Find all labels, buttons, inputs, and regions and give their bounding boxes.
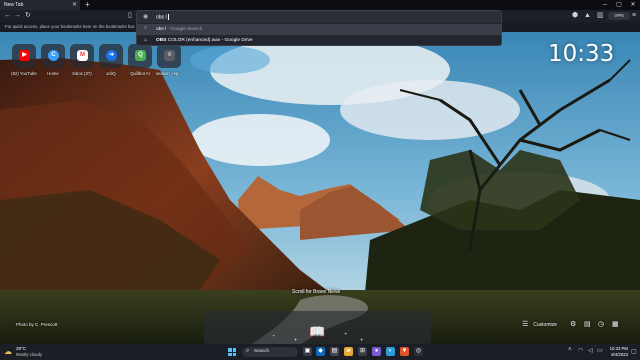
tab-new-tab[interactable]: New Tab ✕	[0, 0, 80, 10]
start-button[interactable]	[228, 348, 236, 356]
brave-icon[interactable]: ▼	[400, 347, 409, 356]
weather-temp[interactable]: 29°C	[16, 346, 26, 351]
site-label: season_rep...	[155, 71, 183, 76]
site-tile-bg: C	[41, 44, 65, 68]
store-icon[interactable]: ⊞	[358, 347, 367, 356]
menu-icon[interactable]: ≡	[632, 11, 636, 21]
windows-taskbar: ☁ 29°C Mostly cloudy ⌕ Search ▣ ◆ ▤ ▰ ⊞ …	[0, 344, 640, 360]
history-icon[interactable]: ◷	[598, 320, 604, 328]
suggestion-main: OBS	[156, 38, 167, 43]
maximize-icon[interactable]: ▢	[612, 0, 626, 10]
task-view-icon[interactable]: ▣	[303, 347, 312, 356]
brave-shields-icon[interactable]: ⬢	[572, 11, 578, 21]
bookmarks-icon[interactable]: ▤	[584, 320, 591, 328]
volume-icon[interactable]: ◁	[588, 347, 593, 354]
suggestion-main: obs l	[156, 27, 167, 32]
obs-icon[interactable]: ◎	[414, 347, 423, 356]
address-bar[interactable]: ◉ obs l	[137, 11, 501, 23]
search-engine-icon: ◉	[143, 14, 149, 20]
customize-button[interactable]: ☰ Customize	[522, 320, 557, 328]
omnibox-dropdown: ◉ obs l ⌕ obs l - Google Search ▵ OBS CO…	[136, 10, 502, 46]
reload-icon[interactable]: ↻	[25, 11, 31, 21]
rewards-icon[interactable]: ▲	[584, 11, 591, 21]
taskbar-time[interactable]: 10:33 PM	[606, 346, 628, 351]
sparkle-icon: ✦	[360, 337, 364, 342]
sparkle-icon: ✦	[272, 333, 276, 338]
app-icon[interactable]: ●	[372, 347, 381, 356]
bookmarks-hint: For quick access, place your bookmarks h…	[5, 24, 136, 29]
xcliq-icon: ➜	[106, 50, 117, 61]
taskbar-date[interactable]: 8/4/2023	[604, 352, 628, 357]
site-tile-bg: ≡	[157, 44, 181, 68]
teams-icon[interactable]: ◆	[316, 347, 325, 356]
tab-strip: New Tab ✕ + ─ ▢ ✕	[0, 0, 640, 10]
battery-icon[interactable]: ▭	[597, 347, 603, 354]
vpn-button[interactable]: VPN	[608, 12, 630, 20]
ntp-clock: 10:33	[548, 41, 615, 67]
new-tab-plus-icon[interactable]: +	[85, 0, 90, 10]
close-window-icon[interactable]: ✕	[626, 0, 640, 10]
customize-label: Customize	[533, 322, 557, 328]
news-book-icon: 📖	[309, 324, 326, 339]
tab-close-icon[interactable]: ✕	[72, 1, 77, 8]
search-icon: ⌕	[246, 348, 250, 354]
photo-credit[interactable]: Photo by C. Prescott	[16, 322, 57, 327]
settings-icon[interactable]: ⚙	[570, 320, 576, 328]
back-icon[interactable]: ←	[4, 11, 11, 21]
suggestion-sub: - Google Search	[166, 27, 203, 32]
minimize-icon[interactable]: ─	[598, 0, 612, 10]
wifi-icon[interactable]: ◠	[578, 347, 583, 354]
search-icon: ⌕	[144, 25, 148, 31]
weather-cloud-icon[interactable]: ☁	[4, 347, 12, 356]
notification-icon[interactable]: ▢	[631, 348, 637, 355]
forward-icon[interactable]: →	[14, 11, 21, 21]
document-icon: ≡	[164, 50, 175, 61]
gmail-icon: M	[77, 50, 88, 61]
chevron-up-icon[interactable]: ˄	[568, 347, 572, 353]
site-tile-bg: ▶	[12, 44, 36, 68]
sparkle-icon: ✦	[344, 331, 348, 336]
site-tile-bg: M	[70, 44, 94, 68]
youtube-icon: ▶	[19, 50, 30, 61]
sidebar-icon[interactable]: ▥	[597, 11, 604, 21]
site-tile-bg: ➜	[99, 44, 123, 68]
suggestion-item[interactable]: ⌕ obs l - Google Search	[137, 24, 501, 35]
widgets-icon[interactable]: ▤	[330, 347, 339, 356]
site-tile-bg: Q	[128, 44, 152, 68]
suggestion-item[interactable]: ▵ OBS COLOR (enhanced).wav - Google Driv…	[137, 35, 501, 46]
edge-icon[interactable]: ◐	[386, 347, 395, 356]
drive-icon: ▵	[144, 37, 148, 43]
weather-desc[interactable]: Mostly cloudy	[16, 352, 42, 357]
customize-icon: ☰	[522, 321, 529, 328]
suggestion-sub: COLOR (enhanced).wav - Google Drive	[166, 38, 253, 43]
top-site-tile[interactable]: ≡ season_rep...	[153, 44, 187, 80]
text-caret	[167, 14, 169, 20]
file-explorer-icon[interactable]: ▰	[344, 347, 353, 356]
taskbar-search[interactable]: ⌕ Search	[242, 347, 298, 357]
quillbot-icon: Q	[135, 50, 146, 61]
brave-news-hint[interactable]: Scroll for Brave News	[292, 289, 340, 295]
brave-news-peek[interactable]: ✦ ✦ ✦ ✦ 📖	[204, 311, 431, 346]
bookmark-icon[interactable]: ▯	[128, 11, 132, 21]
home-site-icon: C	[48, 50, 59, 61]
tab-title: New Tab	[4, 2, 24, 8]
sparkle-icon: ✦	[294, 337, 298, 342]
taskbar-search-label: Search	[254, 349, 270, 354]
address-input-text: obs l	[156, 14, 167, 21]
downloads-icon[interactable]: ▦	[612, 320, 619, 328]
